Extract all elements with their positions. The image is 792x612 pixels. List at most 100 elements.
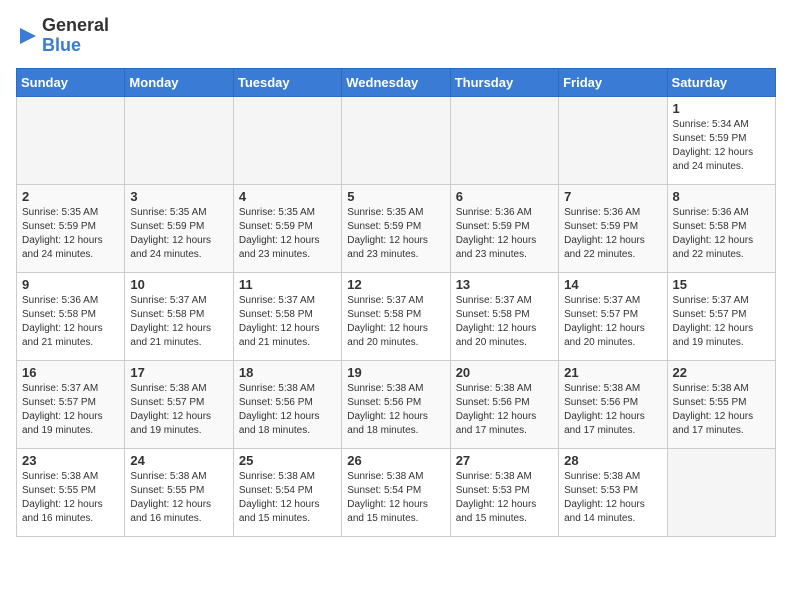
day-number: 12 <box>347 277 444 292</box>
week-row-1: 2 Sunrise: 5:35 AM Sunset: 5:59 PM Daylig… <box>17 184 776 272</box>
day-number: 15 <box>673 277 770 292</box>
day-number: 18 <box>239 365 336 380</box>
day-info: Sunrise: 5:38 AM Sunset: 5:56 PM Dayligh… <box>564 382 661 438</box>
logo-blue: Blue <box>42 36 109 56</box>
day-info: Sunrise: 5:38 AM Sunset: 5:55 PM Dayligh… <box>673 382 770 438</box>
day-info: Sunrise: 5:37 AM Sunset: 5:57 PM Dayligh… <box>564 294 661 350</box>
page-header: General Blue <box>16 16 776 56</box>
week-row-3: 16 Sunrise: 5:37 AM Sunset: 5:57 PM Dayli… <box>17 360 776 448</box>
calendar-cell: 11 Sunrise: 5:37 AM Sunset: 5:58 PM Dayli… <box>233 272 341 360</box>
calendar-cell <box>342 96 450 184</box>
calendar-cell <box>233 96 341 184</box>
calendar-cell: 9 Sunrise: 5:36 AM Sunset: 5:58 PM Daylig… <box>17 272 125 360</box>
day-info: Sunrise: 5:36 AM Sunset: 5:58 PM Dayligh… <box>22 294 119 350</box>
day-number: 23 <box>22 453 119 468</box>
calendar-cell: 12 Sunrise: 5:37 AM Sunset: 5:58 PM Dayli… <box>342 272 450 360</box>
day-info: Sunrise: 5:38 AM Sunset: 5:57 PM Dayligh… <box>130 382 227 438</box>
day-info: Sunrise: 5:35 AM Sunset: 5:59 PM Dayligh… <box>239 206 336 262</box>
calendar-cell: 10 Sunrise: 5:37 AM Sunset: 5:58 PM Dayli… <box>125 272 233 360</box>
day-number: 10 <box>130 277 227 292</box>
day-info: Sunrise: 5:37 AM Sunset: 5:58 PM Dayligh… <box>130 294 227 350</box>
day-info: Sunrise: 5:38 AM Sunset: 5:56 PM Dayligh… <box>347 382 444 438</box>
day-info: Sunrise: 5:37 AM Sunset: 5:57 PM Dayligh… <box>673 294 770 350</box>
header-friday: Friday <box>559 68 667 96</box>
day-number: 24 <box>130 453 227 468</box>
calendar-cell: 25 Sunrise: 5:38 AM Sunset: 5:54 PM Dayli… <box>233 448 341 536</box>
day-number: 16 <box>22 365 119 380</box>
day-info: Sunrise: 5:35 AM Sunset: 5:59 PM Dayligh… <box>22 206 119 262</box>
calendar-cell: 21 Sunrise: 5:38 AM Sunset: 5:56 PM Dayli… <box>559 360 667 448</box>
day-info: Sunrise: 5:38 AM Sunset: 5:56 PM Dayligh… <box>456 382 553 438</box>
calendar-cell: 27 Sunrise: 5:38 AM Sunset: 5:53 PM Dayli… <box>450 448 558 536</box>
week-row-0: 1 Sunrise: 5:34 AM Sunset: 5:59 PM Daylig… <box>17 96 776 184</box>
calendar-cell: 3Sunrise: 5:35 AM Sunset: 5:59 PM Daylig… <box>125 184 233 272</box>
day-info: Sunrise: 5:36 AM Sunset: 5:59 PM Dayligh… <box>456 206 553 262</box>
day-info: Sunrise: 5:38 AM Sunset: 5:56 PM Dayligh… <box>239 382 336 438</box>
day-info: Sunrise: 5:35 AM Sunset: 5:59 PM Dayligh… <box>347 206 444 262</box>
day-info: Sunrise: 5:38 AM Sunset: 5:55 PM Dayligh… <box>130 470 227 526</box>
day-info: Sunrise: 5:34 AM Sunset: 5:59 PM Dayligh… <box>673 118 770 174</box>
calendar-cell <box>450 96 558 184</box>
day-number: 7 <box>564 189 661 204</box>
day-info: Sunrise: 5:37 AM Sunset: 5:58 PM Dayligh… <box>456 294 553 350</box>
header-wednesday: Wednesday <box>342 68 450 96</box>
day-number: 6 <box>456 189 553 204</box>
day-number: 1 <box>673 101 770 116</box>
calendar-cell <box>559 96 667 184</box>
day-number: 9 <box>22 277 119 292</box>
day-info: Sunrise: 5:36 AM Sunset: 5:59 PM Dayligh… <box>564 206 661 262</box>
day-info: Sunrise: 5:38 AM Sunset: 5:53 PM Dayligh… <box>564 470 661 526</box>
day-info: Sunrise: 5:36 AM Sunset: 5:58 PM Dayligh… <box>673 206 770 262</box>
day-number: 28 <box>564 453 661 468</box>
day-info: Sunrise: 5:38 AM Sunset: 5:54 PM Dayligh… <box>239 470 336 526</box>
logo-arrow-icon <box>16 24 40 48</box>
day-number: 8 <box>673 189 770 204</box>
calendar-cell: 6 Sunrise: 5:36 AM Sunset: 5:59 PM Daylig… <box>450 184 558 272</box>
header-row: SundayMondayTuesdayWednesdayThursdayFrid… <box>17 68 776 96</box>
day-info: Sunrise: 5:38 AM Sunset: 5:55 PM Dayligh… <box>22 470 119 526</box>
day-number: 4 <box>239 189 336 204</box>
calendar-cell: 15 Sunrise: 5:37 AM Sunset: 5:57 PM Dayli… <box>667 272 775 360</box>
day-number: 19 <box>347 365 444 380</box>
calendar-cell: 23 Sunrise: 5:38 AM Sunset: 5:55 PM Dayli… <box>17 448 125 536</box>
day-number: 22 <box>673 365 770 380</box>
logo: General Blue <box>16 16 109 56</box>
day-info: Sunrise: 5:38 AM Sunset: 5:53 PM Dayligh… <box>456 470 553 526</box>
day-number: 13 <box>456 277 553 292</box>
day-number: 20 <box>456 365 553 380</box>
day-info: Sunrise: 5:37 AM Sunset: 5:57 PM Dayligh… <box>22 382 119 438</box>
calendar-cell: 2 Sunrise: 5:35 AM Sunset: 5:59 PM Daylig… <box>17 184 125 272</box>
day-number: 27 <box>456 453 553 468</box>
calendar-table: SundayMondayTuesdayWednesdayThursdayFrid… <box>16 68 776 537</box>
header-saturday: Saturday <box>667 68 775 96</box>
calendar-cell: 19 Sunrise: 5:38 AM Sunset: 5:56 PM Dayli… <box>342 360 450 448</box>
day-number: 14 <box>564 277 661 292</box>
day-number: 26 <box>347 453 444 468</box>
calendar-cell: 16 Sunrise: 5:37 AM Sunset: 5:57 PM Dayli… <box>17 360 125 448</box>
day-info: Sunrise: 5:37 AM Sunset: 5:58 PM Dayligh… <box>347 294 444 350</box>
calendar-cell: 1 Sunrise: 5:34 AM Sunset: 5:59 PM Daylig… <box>667 96 775 184</box>
day-number: 25 <box>239 453 336 468</box>
calendar-cell: 14 Sunrise: 5:37 AM Sunset: 5:57 PM Dayli… <box>559 272 667 360</box>
calendar-cell: 8 Sunrise: 5:36 AM Sunset: 5:58 PM Daylig… <box>667 184 775 272</box>
day-number: 5 <box>347 189 444 204</box>
calendar-cell: 28 Sunrise: 5:38 AM Sunset: 5:53 PM Dayli… <box>559 448 667 536</box>
day-info: Sunrise: 5:37 AM Sunset: 5:58 PM Dayligh… <box>239 294 336 350</box>
header-sunday: Sunday <box>17 68 125 96</box>
day-number: 21 <box>564 365 661 380</box>
calendar-cell: 24 Sunrise: 5:38 AM Sunset: 5:55 PM Dayli… <box>125 448 233 536</box>
logo-general: General <box>42 16 109 36</box>
calendar-cell: 13 Sunrise: 5:37 AM Sunset: 5:58 PM Dayli… <box>450 272 558 360</box>
calendar-cell <box>17 96 125 184</box>
header-monday: Monday <box>125 68 233 96</box>
day-info: Sunrise: 5:38 AM Sunset: 5:54 PM Dayligh… <box>347 470 444 526</box>
calendar-cell: 20 Sunrise: 5:38 AM Sunset: 5:56 PM Dayli… <box>450 360 558 448</box>
day-info: Sunrise: 5:35 AM Sunset: 5:59 PM Dayligh… <box>130 206 227 262</box>
day-number: 2 <box>22 189 119 204</box>
calendar-cell <box>667 448 775 536</box>
day-number: 11 <box>239 277 336 292</box>
week-row-4: 23 Sunrise: 5:38 AM Sunset: 5:55 PM Dayli… <box>17 448 776 536</box>
calendar-cell: 4 Sunrise: 5:35 AM Sunset: 5:59 PM Daylig… <box>233 184 341 272</box>
week-row-2: 9 Sunrise: 5:36 AM Sunset: 5:58 PM Daylig… <box>17 272 776 360</box>
calendar-cell: 22 Sunrise: 5:38 AM Sunset: 5:55 PM Dayli… <box>667 360 775 448</box>
